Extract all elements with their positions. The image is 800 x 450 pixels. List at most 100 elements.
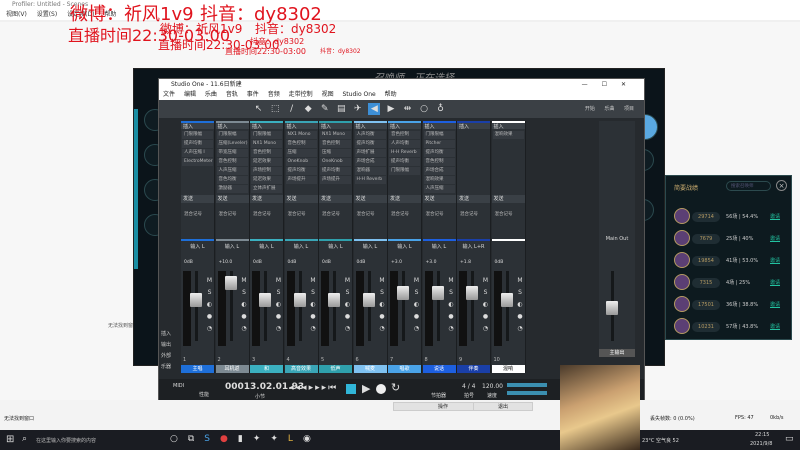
insert-slot[interactable]: 提声均衡 [354, 140, 386, 148]
mute-tool-icon[interactable]: ▤ [335, 103, 347, 115]
side-external[interactable]: 外部 [161, 351, 179, 362]
insert-slot[interactable]: H-H Reverb [389, 149, 420, 157]
inserts-header[interactable]: 插入 [319, 121, 352, 130]
monitor-icon[interactable]: ◐ [240, 300, 249, 309]
volume-fader[interactable] [431, 286, 444, 300]
insert-slot[interactable]: 音色控制 [216, 158, 248, 166]
app-s-icon[interactable]: S [204, 434, 220, 444]
sends-header[interactable]: 发送 [422, 195, 456, 203]
pan-knob-icon[interactable]: ◔ [205, 324, 214, 333]
insert-slot[interactable]: 声场合成 [423, 167, 455, 175]
app-studio-icon[interactable]: ✦ [253, 434, 271, 444]
insert-slot[interactable]: OneKnob [285, 158, 317, 166]
arrow-tool-icon[interactable]: ↖ [253, 103, 265, 115]
mute-button[interactable]: M [274, 276, 283, 285]
channel-name[interactable]: 低声 [319, 365, 352, 373]
mic-icon[interactable]: ♁ [435, 103, 447, 115]
channel-volume[interactable]: 0dB [355, 259, 386, 267]
channel-volume[interactable]: +3.0 [424, 259, 455, 267]
insert-slot[interactable]: 音色控制 [251, 149, 282, 157]
solo-button[interactable]: S [481, 288, 490, 297]
record-arm-icon[interactable]: ● [240, 312, 249, 321]
monitor-icon[interactable]: ◐ [205, 300, 214, 309]
range-tool-icon[interactable]: ⬚ [269, 103, 281, 115]
clock-time[interactable]: 22:15 [755, 432, 769, 438]
channel-name[interactable]: 混响 [491, 365, 525, 373]
record-arm-icon[interactable]: ● [447, 312, 456, 321]
invite-link[interactable]: 邀请 [770, 279, 780, 286]
monitor-icon[interactable]: ◐ [274, 300, 283, 309]
clock-date[interactable]: 2021/9/8 [750, 441, 772, 447]
sends-header[interactable]: 发送 [491, 195, 525, 203]
menu-studio-one[interactable]: Studio One [343, 91, 376, 98]
menu-view[interactable]: 视图 [322, 91, 334, 98]
insert-slot[interactable]: 音色均衡 [216, 176, 248, 184]
insert-slot[interactable]: 压缩(Leveler) [216, 140, 248, 148]
sends-header[interactable]: 发送 [250, 195, 283, 203]
channel-volume[interactable]: 0dB [493, 259, 524, 267]
insert-slot[interactable]: 声场提升 [285, 176, 317, 184]
channel-volume[interactable]: 0dB [251, 259, 282, 267]
pan-knob-icon[interactable]: ◔ [343, 324, 352, 333]
invite-link[interactable]: 邀请 [770, 323, 780, 330]
insert-slot[interactable]: 提声均衡 [389, 158, 420, 166]
mute-button[interactable]: M [516, 276, 525, 285]
windows-start-icon[interactable]: ⊞ [6, 434, 14, 445]
solo-button[interactable]: S [309, 288, 318, 297]
record-arm-icon[interactable]: ● [343, 312, 352, 321]
menu-edit[interactable]: 编辑 [184, 91, 196, 98]
side-outputs[interactable]: 输出 [161, 340, 179, 351]
solo-button[interactable]: S [205, 288, 214, 297]
pan-knob-icon[interactable]: ◔ [516, 324, 525, 333]
channel-input[interactable]: 输入 L [181, 239, 214, 250]
cortana-icon[interactable]: ○ [170, 434, 188, 444]
fast-rewind-icon[interactable]: ◂◂ [296, 383, 309, 393]
insert-slot[interactable]: H-H Reverb [354, 176, 386, 184]
channel-input[interactable]: 输入 L+R [457, 239, 490, 250]
listen-tool-icon[interactable]: ◀ [368, 103, 381, 115]
volume-fader[interactable] [190, 293, 202, 307]
split-tool-icon[interactable]: / [286, 103, 298, 115]
inserts-header[interactable]: 插入 [388, 121, 421, 130]
autoscroll-icon[interactable]: ▶ [385, 103, 397, 115]
sends-header[interactable]: 发送 [215, 195, 249, 203]
taskbar-search[interactable]: 在这里输入你要搜索的内容 [36, 437, 96, 444]
channel-volume[interactable]: +3.0 [389, 259, 420, 267]
insert-slot[interactable]: 人声压缩 [216, 167, 248, 175]
invite-link[interactable]: 邀请 [770, 257, 780, 264]
search-input[interactable]: 搜索召唤师 [726, 181, 771, 191]
song-button[interactable]: 乐曲 [604, 106, 614, 112]
mute-button[interactable]: M [240, 276, 249, 285]
insert-slot[interactable]: 音色控制 [389, 131, 420, 139]
return-zero-icon[interactable]: ⏮ [328, 383, 338, 393]
invite-link[interactable]: 邀请 [770, 213, 780, 220]
insert-slot[interactable]: 音色控制 [285, 140, 317, 148]
close-icon[interactable]: × [776, 180, 787, 191]
insert-slot[interactable]: 混响效果 [423, 176, 455, 184]
record-arm-icon[interactable]: ● [412, 312, 421, 321]
channel-input[interactable]: 输入 L [250, 239, 283, 250]
loop-button[interactable]: ↻ [391, 381, 400, 394]
mute-button[interactable]: M [205, 276, 214, 285]
channel-input[interactable]: 输入 L [215, 239, 249, 250]
insert-slot[interactable]: 人声压缩 [423, 185, 455, 193]
volume-fader[interactable] [466, 286, 478, 300]
channel-input[interactable] [491, 239, 525, 243]
pan-knob-icon[interactable]: ◔ [481, 324, 490, 333]
paint-tool-icon[interactable]: ✎ [319, 103, 331, 115]
task-view-icon[interactable]: ⧉ [188, 434, 204, 444]
loop-icon[interactable]: ○ [418, 103, 430, 115]
mute-button[interactable]: M [309, 276, 318, 285]
inserts-header[interactable]: 插入 [457, 121, 490, 130]
volume-fader[interactable] [500, 293, 513, 307]
sends-header[interactable]: 发送 [284, 195, 318, 203]
inserts-header[interactable]: 插入 [181, 121, 214, 130]
channel-name[interactable]: 耳机返 [215, 365, 249, 373]
invite-link[interactable]: 邀请 [770, 235, 780, 242]
channel-volume[interactable]: +1.8 [458, 259, 489, 267]
mute-button[interactable]: M [481, 276, 490, 285]
record-arm-icon[interactable]: ● [516, 312, 525, 321]
play-button[interactable]: ▶ [362, 382, 370, 395]
insert-slot[interactable]: 延迟效果 [251, 176, 282, 184]
solo-button[interactable]: S [412, 288, 421, 297]
